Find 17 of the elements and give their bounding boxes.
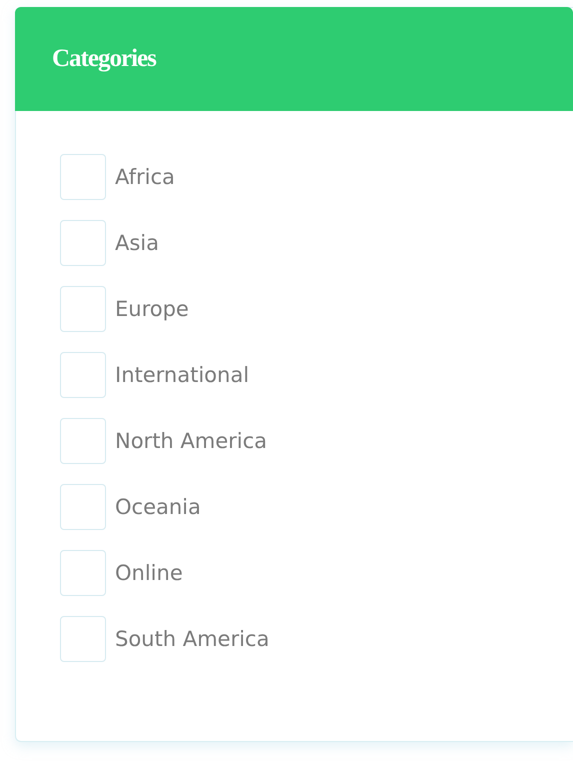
checkbox[interactable] bbox=[60, 550, 106, 596]
checkbox[interactable] bbox=[60, 286, 106, 332]
checkbox[interactable] bbox=[60, 484, 106, 530]
checkbox-label[interactable]: Oceania bbox=[115, 495, 201, 519]
checkbox[interactable] bbox=[60, 352, 106, 398]
checkbox[interactable] bbox=[60, 220, 106, 266]
checkbox-label[interactable]: Europe bbox=[115, 297, 189, 321]
checkbox[interactable] bbox=[60, 418, 106, 464]
checkbox-label[interactable]: International bbox=[115, 363, 250, 387]
checkbox-label[interactable]: North America bbox=[115, 429, 268, 453]
checkbox-label[interactable]: Online bbox=[115, 561, 183, 585]
checkbox-label[interactable]: Africa bbox=[115, 165, 175, 189]
checkbox-label[interactable]: South America bbox=[115, 627, 270, 651]
card-title: Categories bbox=[52, 45, 156, 73]
checkbox[interactable] bbox=[60, 154, 106, 200]
checkbox-label[interactable]: Asia bbox=[115, 231, 160, 255]
checkbox[interactable] bbox=[60, 616, 106, 662]
